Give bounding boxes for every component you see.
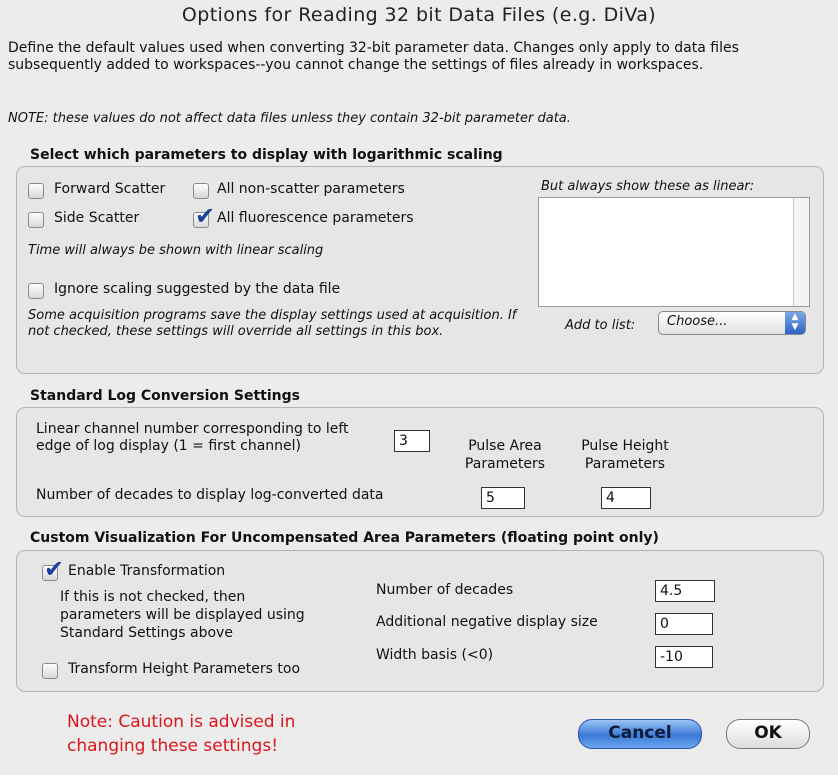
neg-display-label: Additional negative display size [376, 614, 598, 630]
enable-transformation-checkbox[interactable]: ✔ [42, 557, 64, 581]
caution-warning-line1: Note: Caution is advised in [67, 712, 296, 732]
add-to-list-label: Add to list: [565, 318, 636, 333]
ignore-scaling-checkbox[interactable] [28, 283, 44, 299]
linear-list-label: But always show these as linear: [541, 179, 755, 194]
custom-vis-section-title: Custom Visualization For Uncompensated A… [30, 530, 659, 546]
forward-scatter-label: Forward Scatter [54, 181, 166, 197]
num-decades-field[interactable]: 4.5 [655, 580, 715, 602]
decades-label: Number of decades to display log-convert… [36, 487, 384, 503]
width-basis-field[interactable]: -10 [655, 646, 713, 668]
linear-channel-label: Linear channel number corresponding to l… [36, 421, 349, 454]
caution-warning: Note: Caution is advised in changing the… [67, 710, 295, 758]
intro-text: Define the default values used when conv… [8, 40, 739, 73]
select-arrows-icon: ▲ ▼ [785, 312, 805, 334]
pulse-height-header: Pulse Height Parameters [581, 438, 669, 472]
decades-height-field[interactable]: 4 [601, 487, 651, 509]
enable-transformation-note: If this is not checked, then parameters … [60, 589, 305, 641]
linear-channel-field[interactable]: 3 [394, 430, 430, 452]
width-basis-label: Width basis (<0) [376, 647, 494, 663]
checkmark-icon: ✔ [44, 555, 65, 583]
cancel-button[interactable]: Cancel [578, 719, 702, 749]
neg-display-field[interactable]: 0 [655, 613, 713, 635]
dialog-title: Options for Reading 32 bit Data Files (e… [181, 4, 657, 26]
side-scatter-label: Side Scatter [54, 210, 140, 226]
transform-height-checkbox[interactable] [42, 663, 58, 679]
list-scrollbar[interactable] [793, 198, 809, 306]
ignore-scaling-label: Ignore scaling suggested by the data fil… [54, 281, 341, 297]
num-decades-label: Number of decades [376, 582, 514, 598]
decades-area-field[interactable]: 5 [481, 487, 525, 509]
all-non-scatter-label: All non-scatter parameters [217, 181, 405, 197]
enable-transformation-label: Enable Transformation [68, 563, 226, 579]
ok-button[interactable]: OK [726, 719, 810, 749]
caution-warning-line2: changing these settings! [67, 736, 279, 756]
all-fluorescence-label: All fluorescence parameters [217, 210, 414, 226]
transform-height-label: Transform Height Parameters too [68, 661, 301, 677]
side-scatter-checkbox[interactable] [28, 212, 44, 228]
note-text: NOTE: these values do not affect data fi… [8, 111, 571, 126]
ignore-scaling-note: Some acquisition programs save the displ… [28, 308, 517, 339]
time-scaling-note: Time will always be shown with linear sc… [28, 243, 324, 258]
all-fluorescence-checkbox[interactable]: ✔ [193, 204, 215, 228]
add-to-list-value: Choose... [667, 314, 728, 329]
log-scaling-section-title: Select which parameters to display with … [30, 147, 503, 163]
forward-scatter-checkbox[interactable] [28, 183, 44, 199]
log-conversion-section-title: Standard Log Conversion Settings [30, 388, 300, 404]
add-to-list-select[interactable]: Choose... ▲ ▼ [658, 311, 806, 335]
checkmark-icon: ✔ [195, 202, 216, 230]
all-non-scatter-checkbox[interactable] [193, 183, 209, 199]
linear-parameters-list[interactable] [538, 197, 810, 307]
pulse-area-header: Pulse Area Parameters [464, 438, 546, 472]
